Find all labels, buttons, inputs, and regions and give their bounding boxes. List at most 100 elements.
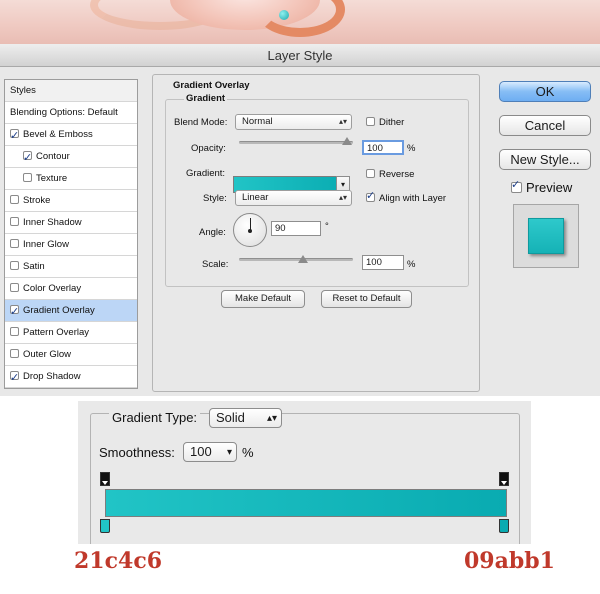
opacity-input[interactable]: 100 [362,140,404,155]
opacity-slider[interactable] [239,141,353,144]
gradient-label: Gradient: [186,168,226,179]
scale-label: Scale: [202,259,229,270]
style-item-label: Texture [36,173,68,184]
preview-check[interactable] [511,178,522,193]
angle-input[interactable]: 90 [271,221,321,236]
dropdown-arrow-icon: ▾ [340,180,345,189]
updown-arrows-icon: ▴▾ [338,117,347,126]
gradient-type-label: Gradient Type: [109,410,201,425]
opacity-label: Opacity: [191,143,226,154]
layer-style-dialog: Layer Style Styles Blending Options: Def… [0,44,600,396]
reset-to-default-button[interactable]: Reset to Default [321,290,412,308]
reverse-label: Reverse [379,169,415,180]
styles-list-item[interactable]: Texture [5,168,137,190]
style-label: Style: [203,193,227,204]
style-checkbox[interactable] [10,195,19,204]
smoothness-label: Smoothness: [99,445,175,460]
dither-check[interactable] [366,117,375,126]
style-select[interactable]: Linear ▴▾ [235,190,352,206]
smoothness-value: 100 [190,444,212,459]
decor-shape [255,0,345,37]
background-image-strip [0,0,600,44]
styles-list-item[interactable]: Drop Shadow [5,366,137,388]
styles-list-header[interactable]: Styles [5,80,137,102]
styles-list-item[interactable]: Color Overlay [5,278,137,300]
style-checkbox[interactable] [23,147,32,168]
style-checkbox[interactable] [10,239,19,248]
styles-header-label: Styles [10,85,36,96]
scale-slider[interactable] [239,258,353,261]
updown-arrows-icon: ▴▾ [266,413,277,424]
group-title: Gradient [184,93,228,104]
decor-bead [279,10,289,20]
style-checkbox[interactable] [10,327,19,336]
preview-label: Preview [526,180,573,195]
angle-pivot [248,229,252,233]
updown-arrows-icon: ▴▾ [338,193,347,202]
new-style-button[interactable]: New Style... [499,149,591,170]
gradient-type-select[interactable]: Solid ▴▾ [209,408,282,428]
style-item-label: Satin [23,261,45,272]
gradient-editor-detail: Gradient Type: Solid ▴▾ Smoothness: 100 … [78,401,531,544]
styles-list-item[interactable]: Satin [5,256,137,278]
style-checkbox[interactable] [10,261,19,270]
style-item-label: Gradient Overlay [23,305,95,316]
gradient-overlay-panel: Gradient Overlay Gradient Blend Mode: No… [152,74,480,392]
style-checkbox[interactable] [10,367,19,388]
gradient-editor-frame [90,413,520,544]
angle-unit: ° [325,221,329,232]
styles-list-item[interactable]: Stroke [5,190,137,212]
style-item-label: Stroke [23,195,51,206]
dropdown-arrow-icon: ▾ [226,447,232,458]
gradient-bar[interactable] [105,489,507,517]
opacity-stop-right[interactable] [499,472,509,486]
color-stop-left[interactable] [100,519,110,533]
style-item-label: Contour [36,151,70,162]
end-color-hex: 09abb1 [464,548,555,574]
opacity-slider-thumb[interactable] [342,137,352,145]
style-checkbox[interactable] [10,125,19,146]
dither-checkbox[interactable]: Dither [366,117,404,128]
style-item-label: Outer Glow [23,349,72,360]
styles-list-item[interactable]: Inner Glow [5,234,137,256]
start-color-hex: 21c4c6 [74,548,163,574]
cancel-button[interactable]: Cancel [499,115,591,136]
styles-list: Styles Blending Options: Default Bevel & … [4,79,138,389]
style-item-label: Inner Glow [23,239,69,250]
reverse-check[interactable] [366,169,375,178]
style-item-label: Blending Options: Default [10,107,118,118]
smoothness-input[interactable]: 100 ▾ [183,442,237,462]
styles-list-item[interactable]: Contour [5,146,137,168]
make-default-button[interactable]: Make Default [221,290,305,308]
blend-mode-value: Normal [242,116,273,127]
align-with-layer-checkbox[interactable]: Align with Layer [366,189,447,204]
opacity-unit: % [407,143,416,154]
align-check[interactable] [366,189,375,202]
styles-list-item[interactable]: Outer Glow [5,344,137,366]
align-label: Align with Layer [379,193,447,204]
styles-list-item[interactable]: Inner Shadow [5,212,137,234]
styles-list-item[interactable]: Gradient Overlay [5,300,137,322]
dither-label: Dither [379,117,405,128]
styles-list-item[interactable]: Bevel & Emboss [5,124,137,146]
style-checkbox[interactable] [10,349,19,358]
style-item-label: Drop Shadow [23,371,81,382]
style-checkbox[interactable] [10,283,19,292]
blend-mode-select[interactable]: Normal ▴▾ [235,114,352,130]
preview-checkbox[interactable]: Preview [511,178,573,195]
opacity-stop-left[interactable] [100,472,110,486]
style-checkbox[interactable] [10,217,19,226]
style-checkbox[interactable] [10,301,19,322]
reverse-checkbox[interactable]: Reverse [366,169,414,180]
color-stop-right[interactable] [499,519,509,533]
styles-list-item[interactable]: Blending Options: Default [5,102,137,124]
styles-list-item[interactable]: Pattern Overlay [5,322,137,344]
style-item-label: Pattern Overlay [23,327,89,338]
style-item-label: Inner Shadow [23,217,82,228]
style-checkbox[interactable] [23,173,32,182]
preview-thumbnail [513,204,579,268]
ok-button[interactable]: OK [499,81,591,102]
scale-slider-thumb[interactable] [298,255,308,263]
scale-input[interactable]: 100 [362,255,404,270]
angle-dial[interactable] [233,213,267,247]
